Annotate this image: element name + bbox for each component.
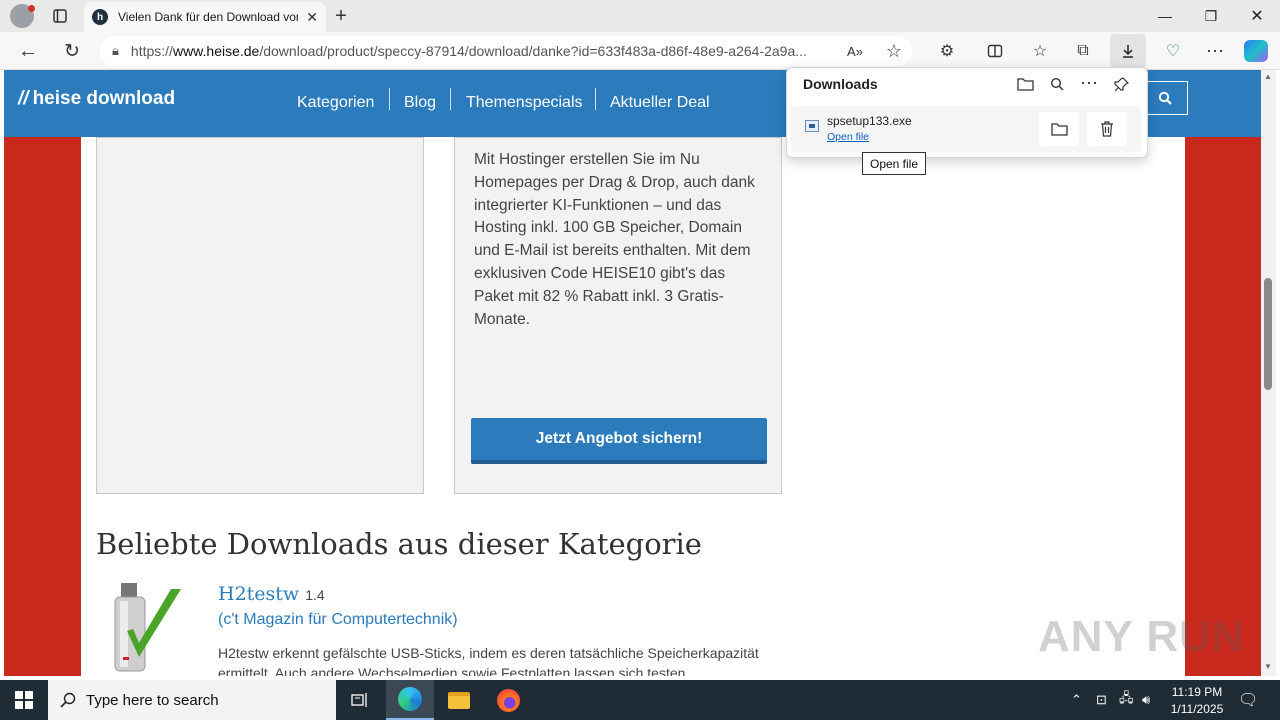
scroll-down-icon[interactable]: ▼ [1264,662,1272,671]
start-button[interactable] [0,680,48,720]
site-logo-text: heise download [32,88,176,109]
url-domain: www.heise.de [172,43,260,59]
url-path: /download/product/speccy-87914/download/… [259,43,807,59]
open-file-tooltip: Open file [862,152,926,175]
nav-separator [389,88,390,110]
section-title: Beliebte Downloads aus dieser Kategorie [96,527,702,561]
download-filename: spsetup133.exe [827,114,912,128]
firefox-icon [496,688,520,712]
site-logo[interactable]: // heise download [18,88,175,110]
url-prefix: https:// [130,43,173,59]
product-description: H2testw erkennt gefälschte USB-Sticks, i… [218,645,759,676]
nav-themenspecials[interactable]: Themenspecials [466,90,583,116]
taskbar-file-explorer[interactable] [435,680,483,720]
close-tab-icon[interactable]: ✕ [306,9,318,26]
read-aloud-icon[interactable]: A» [840,36,870,66]
usb-stick-product-image[interactable] [109,581,189,676]
windows-logo-icon [15,691,33,709]
search-icon [1158,91,1172,105]
close-window-icon[interactable]: ✕ [1234,0,1280,32]
nav-kategorien[interactable]: Kategorien [297,90,374,116]
pin-icon[interactable] [1107,70,1135,98]
product-vendor[interactable]: (c't Magazin für Computertechnik) [218,611,458,629]
open-downloads-folder-icon[interactable] [1011,70,1039,98]
product-title[interactable]: H2testw 1.4 [218,583,325,605]
search-icon [60,692,76,708]
browser-essentials-icon[interactable]: ♡ [1158,36,1188,66]
collections-icon[interactable]: ⧉ [1068,36,1098,66]
heise-logo-icon: // [18,88,29,109]
tab-actions-icon[interactable] [45,1,75,31]
add-favorite-icon[interactable]: ☆ [879,36,909,66]
nav-aktueller-deal[interactable]: Aktueller Deal [610,90,710,116]
scroll-up-icon[interactable]: ▲ [1264,72,1272,81]
product-name[interactable]: H2testw [218,583,299,605]
folder-icon [448,691,470,709]
copilot-icon[interactable] [1244,40,1268,62]
nav-blog[interactable]: Blog [404,90,436,116]
show-hidden-icons[interactable]: ⌃ [1071,680,1082,720]
site-search-button[interactable] [1142,81,1188,115]
open-file-link[interactable]: Open file [827,131,869,143]
more-options-icon[interactable]: ⋯ [1075,69,1103,97]
show-in-folder-button[interactable] [1039,112,1079,146]
product-version: 1.4 [305,587,325,603]
refresh-icon[interactable]: ↻ [57,36,87,66]
downloads-title: Downloads [803,76,878,92]
clock-date: 1/11/2025 [1170,702,1224,716]
task-view-button[interactable] [336,680,384,720]
notification-dot [28,5,35,12]
heise-favicon-icon: h [92,9,108,25]
notifications-icon[interactable]: 🗨︎ [1238,680,1258,720]
nav-separator [595,88,596,110]
download-icon [1123,45,1133,58]
taskbar-clock[interactable]: 11:19 PM 1/11/2025 [1162,684,1232,718]
favorites-icon[interactable]: ☆ [1025,36,1055,66]
exe-file-icon [805,120,819,132]
back-icon[interactable]: ← [13,36,43,66]
taskbar-search-placeholder: Type here to search [86,691,219,709]
volume-icon[interactable]: 🔊︎ [1142,680,1150,720]
ad-cta-button[interactable]: Jetzt Angebot sichern! [471,418,767,464]
main-content: Mit Hostinger erstellen Sie im Nu Homepa… [81,137,1185,676]
meet-now-icon[interactable]: ⊡ [1096,680,1107,720]
new-tab-icon[interactable]: + [326,1,356,31]
delete-download-button[interactable] [1087,112,1127,146]
search-downloads-icon[interactable] [1043,70,1071,98]
downloads-panel: Downloads ⋯ spsetup133.exe Open file [786,67,1148,158]
network-icon[interactable]: 🖧︎ [1119,680,1134,720]
left-ad-box [96,137,424,494]
anyrun-watermark: ANY RUN [1038,612,1245,661]
restore-icon[interactable]: ❐ [1188,0,1234,32]
lock-icon[interactable]: 🔒︎ [112,43,119,59]
extensions-icon[interactable]: ⚙ [932,36,962,66]
nav-separator [450,88,451,110]
web-page: // heise download Kategorien Blog Themen… [4,70,1261,676]
taskbar-firefox[interactable] [484,680,532,720]
tab-title: Vielen Dank für den Download von [118,10,298,24]
folder-icon [1050,123,1068,136]
clock-time: 11:19 PM [1171,685,1223,699]
taskbar-search-box[interactable]: Type here to search [48,680,336,720]
downloads-toolbar-button[interactable] [1110,34,1146,68]
title-bar: h Vielen Dank für den Download von ✕ + —… [0,0,1280,32]
trash-icon [1101,121,1113,137]
taskbar-edge[interactable] [386,680,434,720]
edge-icon [398,687,422,711]
minimize-icon[interactable]: — [1142,0,1188,32]
scrollbar-thumb[interactable] [1264,278,1272,390]
task-view-icon [351,693,367,707]
split-screen-icon[interactable] [980,36,1010,66]
download-item[interactable]: spsetup133.exe Open file [791,106,1141,152]
hostinger-ad-box: Mit Hostinger erstellen Sie im Nu Homepa… [454,137,782,494]
address-bar[interactable]: 🔒︎ https://www.heise.de/download/product… [100,36,912,66]
more-menu-icon[interactable]: ⋯ [1200,36,1230,66]
windows-taskbar: Type here to search ⌃ ⊡ 🖧︎ 🔊︎ 11:19 PM 1… [0,680,1280,720]
tab-active[interactable]: h Vielen Dank für den Download von ✕ [84,2,326,32]
ad-text: Mit Hostinger erstellen Sie im Nu Homepa… [474,151,755,328]
